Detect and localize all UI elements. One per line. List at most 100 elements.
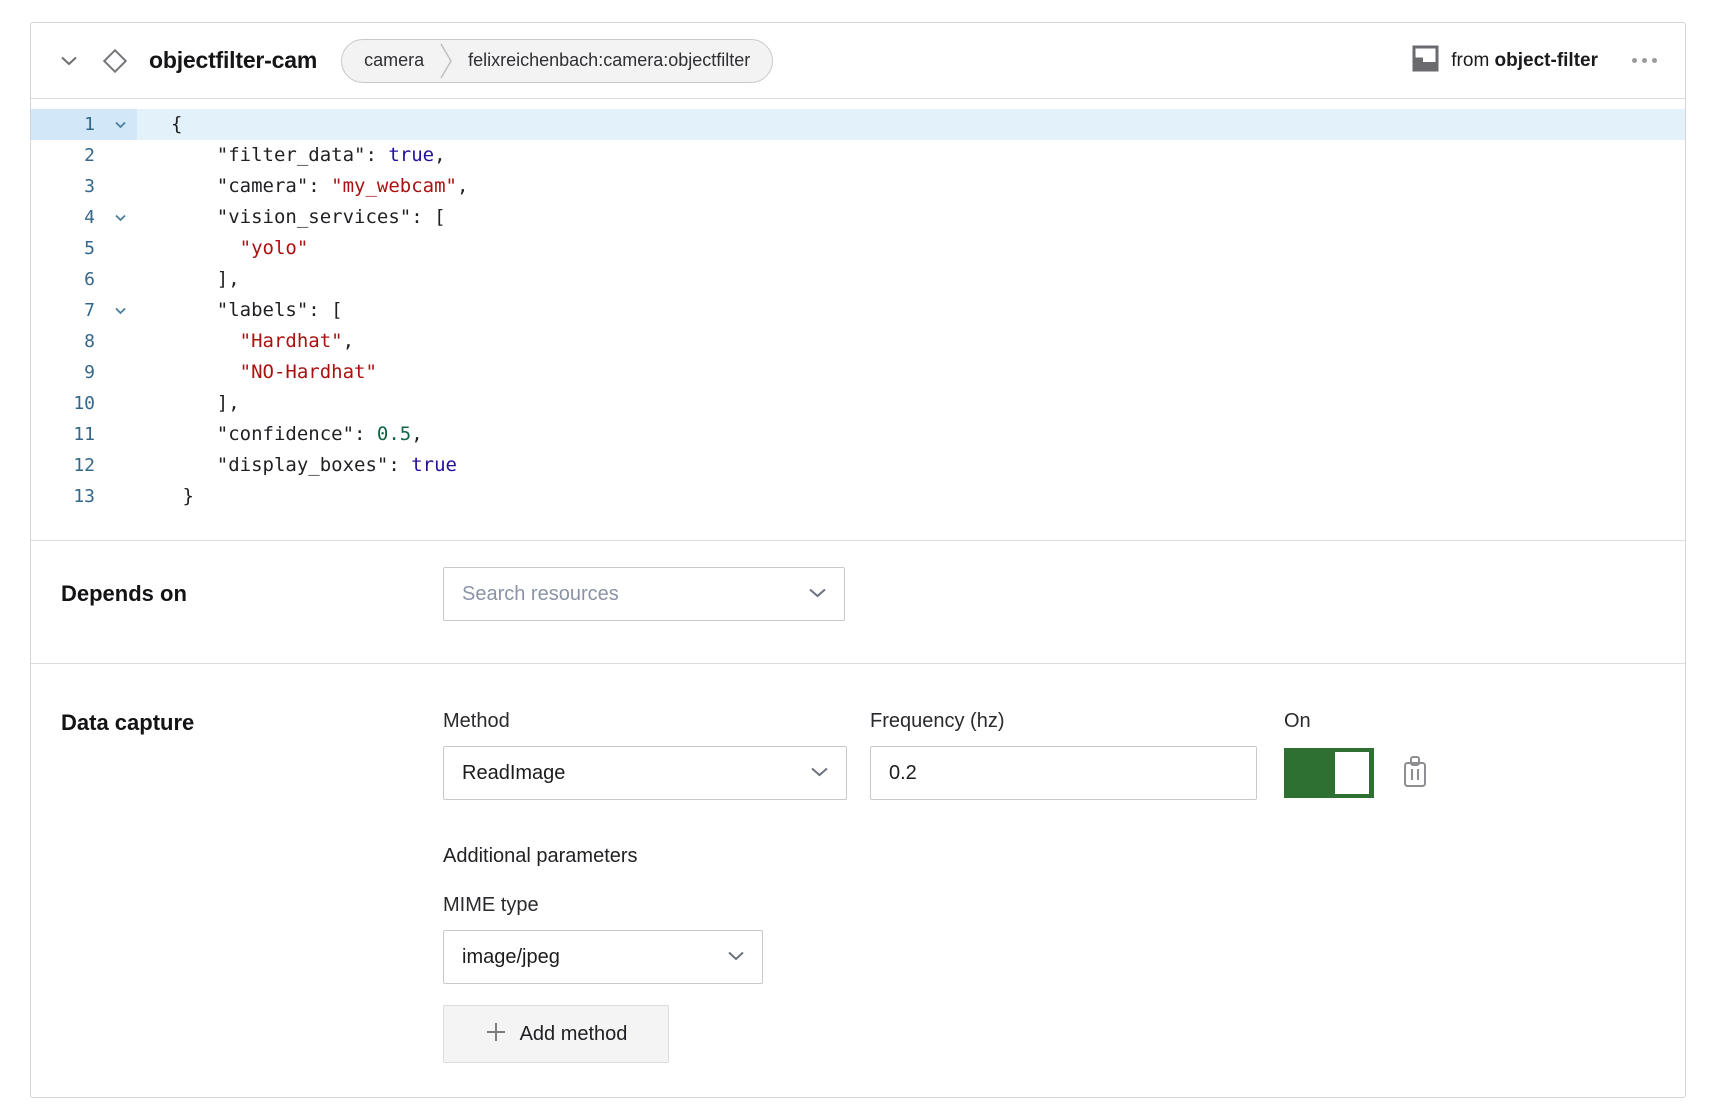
code-line[interactable]: 5 "yolo"	[31, 233, 1685, 264]
resource-type-pill: camera felixreichenbach:camera:objectfil…	[341, 39, 773, 83]
method-label: Method	[443, 710, 847, 733]
search-resources-input[interactable]	[462, 583, 809, 606]
plus-icon	[485, 1021, 507, 1048]
fold-chevron-icon[interactable]	[103, 202, 137, 233]
code-text: "yolo"	[137, 233, 1685, 264]
chevron-down-icon	[811, 764, 828, 782]
depends-search-select[interactable]	[443, 567, 845, 621]
code-text: "labels": [	[137, 295, 1685, 326]
frequency-input[interactable]	[889, 762, 1238, 785]
delete-method-trash-icon[interactable]	[1400, 755, 1430, 789]
capture-toggle-group: On	[1284, 710, 1430, 798]
data-capture-label-col: Data capture	[31, 664, 443, 1097]
depends-on-label-col: Depends on	[31, 541, 443, 663]
collapse-chevron-icon[interactable]	[61, 55, 79, 67]
code-text: "Hardhat",	[137, 326, 1685, 357]
fold-spacer	[103, 326, 137, 357]
fold-chevron-icon[interactable]	[103, 109, 137, 140]
resource-header: objectfilter-cam camera felixreichenbach…	[31, 23, 1685, 99]
code-text: ],	[137, 264, 1685, 295]
fold-spacer	[103, 140, 137, 171]
code-line[interactable]: 4 "vision_services": [	[31, 202, 1685, 233]
line-number: 13	[31, 481, 103, 512]
toggle-knob	[1335, 752, 1369, 794]
line-number: 6	[31, 264, 103, 295]
line-number: 5	[31, 233, 103, 264]
code-text: ],	[137, 388, 1685, 419]
code-text: "camera": "my_webcam",	[137, 171, 1685, 202]
depends-on-heading: Depends on	[61, 581, 443, 607]
code-line[interactable]: 2 "filter_data": true,	[31, 140, 1685, 171]
code-text: "display_boxes": true	[137, 450, 1685, 481]
data-capture-section: Data capture Method ReadImage Frequency …	[31, 663, 1685, 1097]
method-select[interactable]: ReadImage	[443, 746, 847, 800]
frequency-group: Frequency (hz)	[870, 710, 1257, 800]
capture-on-toggle[interactable]	[1284, 748, 1374, 798]
add-method-button[interactable]: Add method	[443, 1005, 669, 1063]
code-line[interactable]: 8 "Hardhat",	[31, 326, 1685, 357]
fold-spacer	[103, 481, 137, 512]
resource-header-left: objectfilter-cam camera felixreichenbach…	[61, 39, 1412, 83]
resource-header-right: from object-filter	[1412, 45, 1657, 77]
depends-on-body	[443, 541, 1685, 663]
code-text: "confidence": 0.5,	[137, 419, 1685, 450]
code-text: "filter_data": true,	[137, 140, 1685, 171]
fold-spacer	[103, 171, 137, 202]
code-line[interactable]: 6 ],	[31, 264, 1685, 295]
data-capture-heading: Data capture	[61, 710, 443, 736]
module-icon	[1412, 45, 1439, 77]
code-line[interactable]: 9 "NO-Hardhat"	[31, 357, 1685, 388]
mime-type-label: MIME type	[443, 894, 1685, 917]
fold-chevron-icon[interactable]	[103, 295, 137, 326]
line-number: 4	[31, 202, 103, 233]
module-name: object-filter	[1495, 50, 1598, 71]
resource-name: objectfilter-cam	[149, 47, 317, 74]
code-line[interactable]: 13 }	[31, 481, 1685, 512]
frequency-label: Frequency (hz)	[870, 710, 1257, 733]
pill-divider-icon	[440, 41, 452, 81]
code-line[interactable]: 10 ],	[31, 388, 1685, 419]
method-value: ReadImage	[462, 762, 811, 785]
code-text: "NO-Hardhat"	[137, 357, 1685, 388]
line-number: 7	[31, 295, 103, 326]
resource-type: camera	[364, 50, 424, 71]
code-line[interactable]: 7 "labels": [	[31, 295, 1685, 326]
code-text: }	[137, 481, 1685, 512]
line-number: 2	[31, 140, 103, 171]
frequency-field[interactable]	[870, 746, 1257, 800]
code-line[interactable]: 12 "display_boxes": true	[31, 450, 1685, 481]
code-line[interactable]: 3 "camera": "my_webcam",	[31, 171, 1685, 202]
code-line[interactable]: 1{	[31, 109, 1685, 140]
line-number: 1	[31, 109, 103, 140]
fold-spacer	[103, 388, 137, 419]
fold-spacer	[103, 357, 137, 388]
chevron-down-icon	[728, 948, 744, 966]
line-number: 10	[31, 388, 103, 419]
toggle-row	[1284, 746, 1430, 798]
fold-spacer	[103, 233, 137, 264]
code-editor[interactable]: 1{2 "filter_data": true,3 "camera": "my_…	[31, 99, 1685, 540]
resource-model: felixreichenbach:camera:objectfilter	[468, 50, 750, 71]
additional-parameters-label: Additional parameters	[443, 845, 1685, 868]
more-menu-icon[interactable]	[1632, 58, 1657, 63]
method-group: Method ReadImage	[443, 710, 847, 800]
code-text: "vision_services": [	[137, 202, 1685, 233]
line-number: 12	[31, 450, 103, 481]
code-text: {	[137, 109, 1685, 140]
mime-type-select[interactable]: image/jpeg	[443, 930, 763, 984]
from-module-text: from object-filter	[1451, 50, 1598, 72]
resource-card: objectfilter-cam camera felixreichenbach…	[30, 22, 1686, 1098]
fold-spacer	[103, 419, 137, 450]
line-number: 9	[31, 357, 103, 388]
data-capture-body: Method ReadImage Frequency (hz)	[443, 664, 1685, 1097]
chevron-down-icon	[809, 585, 826, 603]
code-line[interactable]: 11 "confidence": 0.5,	[31, 419, 1685, 450]
component-diamond-icon	[101, 47, 129, 75]
line-number: 11	[31, 419, 103, 450]
add-method-label: Add method	[520, 1023, 628, 1046]
line-number: 3	[31, 171, 103, 202]
fold-spacer	[103, 264, 137, 295]
mime-type-value: image/jpeg	[462, 946, 728, 969]
line-number: 8	[31, 326, 103, 357]
depends-on-section: Depends on	[31, 540, 1685, 663]
